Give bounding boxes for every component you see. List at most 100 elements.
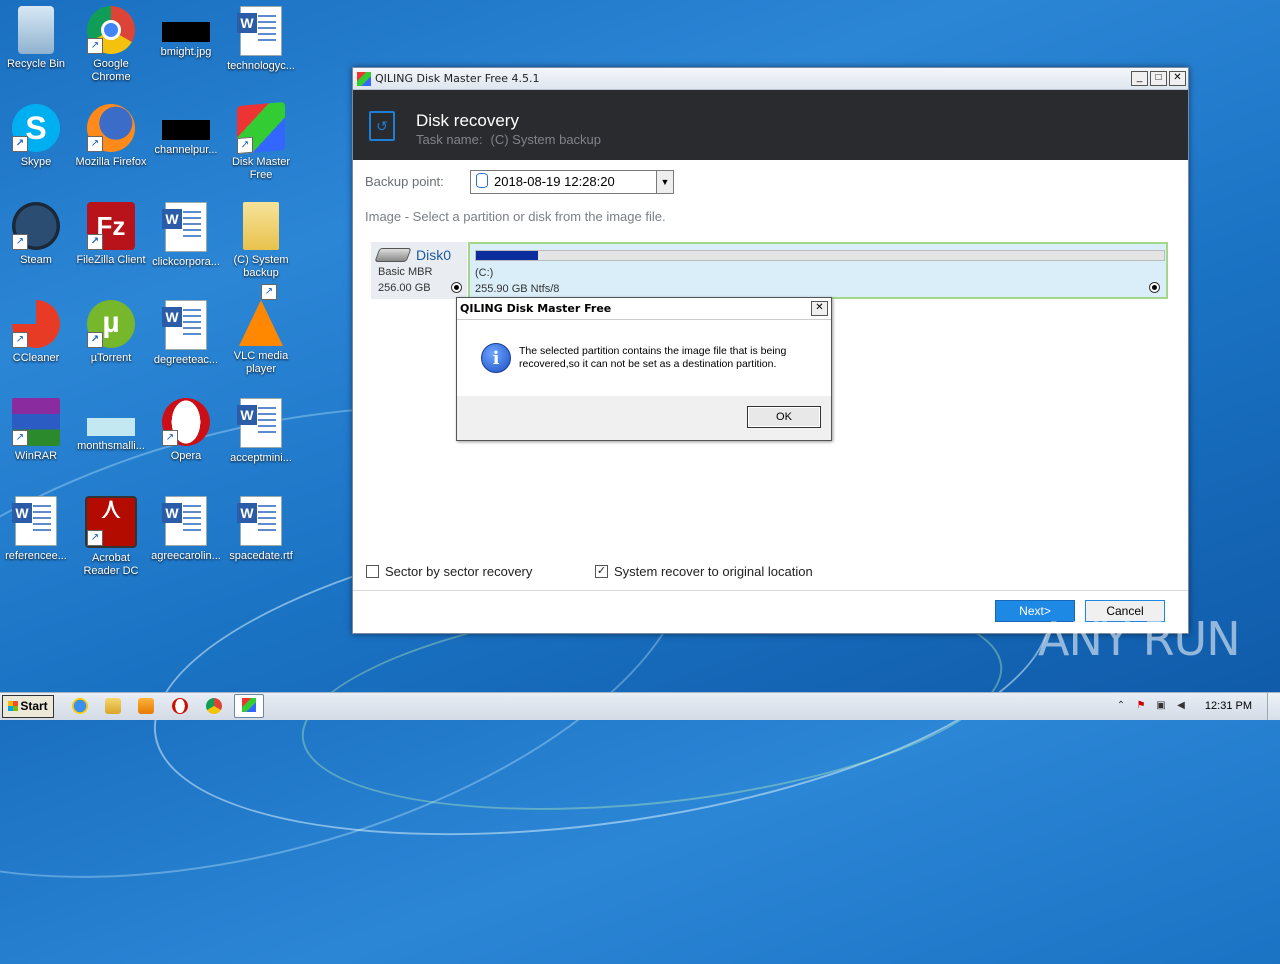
desktop-icon[interactable]: clickcorpora... — [150, 202, 222, 269]
dialog-close-button[interactable]: ✕ — [811, 301, 828, 316]
system-recover-checkbox[interactable]: ✓ — [595, 565, 608, 578]
desktop-icon-label: bmight.jpg — [160, 46, 212, 58]
desktop-icon[interactable]: ↗ VLC media player — [225, 284, 297, 376]
sector-by-sector-option[interactable]: Sector by sector recovery — [366, 564, 532, 579]
desktop-icon-label: Disk Master Free — [231, 156, 291, 181]
desktop-icon[interactable]: monthsmalli... — [75, 398, 147, 453]
desktop-icon[interactable]: referencee... — [0, 496, 72, 563]
desktop-icon[interactable]: ↗ Disk Master Free — [225, 101, 297, 182]
word-doc-icon — [237, 6, 282, 56]
desktop-icon-label: technologyc... — [227, 60, 295, 72]
watermark: ANY RUN — [1038, 612, 1241, 666]
close-button[interactable]: ✕ — [1169, 71, 1186, 86]
desktop-icon[interactable]: ↗ Acrobat Reader DC — [75, 496, 147, 578]
partition-name: (C:) — [475, 267, 494, 279]
desktop-icon-label: Mozilla Firefox — [75, 156, 147, 168]
sector-by-sector-checkbox[interactable] — [366, 565, 379, 578]
network-icon[interactable]: ▣ — [1155, 700, 1167, 712]
clock[interactable]: 12:31 PM — [1205, 700, 1252, 712]
disk-master-icon: ↗ — [237, 101, 285, 155]
chevron-down-icon[interactable]: ▼ — [656, 171, 673, 193]
partition-radio[interactable] — [1149, 282, 1160, 293]
desktop-icon[interactable]: ↗ Google Chrome — [75, 6, 147, 84]
volume-icon[interactable]: ◀ — [1175, 700, 1187, 712]
desktop-icon[interactable]: agreecarolin... — [150, 496, 222, 563]
desktop-icon[interactable]: technologyc... — [225, 6, 297, 73]
shortcut-arrow-icon: ↗ — [12, 430, 28, 446]
disk-item[interactable]: Disk0 Basic MBR 256.00 GB — [371, 242, 467, 299]
desktop-icon-label: Opera — [170, 450, 202, 462]
winrar-icon: ↗ — [12, 398, 60, 446]
shortcut-arrow-icon: ↗ — [87, 136, 103, 152]
shortcut-arrow-icon: ↗ — [237, 136, 253, 155]
partition-usage-fill — [476, 251, 538, 260]
desktop-icon[interactable]: ↗ Steam — [0, 202, 72, 267]
tray-expand-icon[interactable]: ⌃ — [1115, 700, 1127, 712]
desktop-icon-label: Recycle Bin — [6, 58, 66, 70]
database-icon — [476, 173, 488, 188]
disk-master-taskbar-button[interactable] — [234, 694, 264, 718]
word-doc-icon — [162, 496, 207, 546]
word-doc-icon — [237, 496, 282, 546]
task-name-label: Task name: — [416, 132, 483, 147]
windows-logo-icon — [8, 701, 19, 711]
desktop-icon[interactable]: channelpur... — [150, 104, 222, 157]
desktop-icon[interactable]: S ↗ Skype — [0, 104, 72, 169]
desktop-icon[interactable]: ↗ Opera — [150, 398, 222, 463]
message-dialog: QILING Disk Master Free ✕ i The selected… — [456, 297, 832, 441]
dialog-body: i The selected partition contains the im… — [457, 320, 831, 396]
maximize-button[interactable]: □ — [1150, 71, 1167, 86]
word-doc-icon — [162, 300, 207, 350]
dialog-titlebar[interactable]: QILING Disk Master Free ✕ — [457, 298, 831, 320]
footer-divider — [353, 590, 1188, 591]
desktop-icon[interactable]: degreeteac... — [150, 300, 222, 367]
window-title: QILING Disk Master Free 4.5.1 — [375, 72, 540, 85]
action-center-icon[interactable]: ⚑ — [1135, 700, 1147, 712]
desktop-icon[interactable]: µ ↗ µTorrent — [75, 300, 147, 365]
window-titlebar[interactable]: QILING Disk Master Free 4.5.1 _ □ ✕ — [353, 68, 1188, 90]
system-recover-option[interactable]: ✓ System recover to original location — [595, 564, 813, 579]
partition-item[interactable]: (C:) 255.90 GB Ntfs/8 — [468, 242, 1168, 299]
word-doc-icon — [237, 398, 282, 448]
desktop-icon-label: clickcorpora... — [152, 256, 220, 268]
desktop-icon[interactable]: spacedate.rtf — [225, 496, 297, 563]
chrome-icon[interactable] — [206, 698, 222, 714]
desktop-icon[interactable]: bmight.jpg — [150, 6, 222, 59]
opera-icon[interactable] — [172, 698, 188, 714]
desktop-icon[interactable]: Recycle Bin — [0, 6, 72, 71]
minimize-button[interactable]: _ — [1131, 71, 1148, 86]
desktop-icon-label: Skype — [20, 156, 52, 168]
desktop-icon-label: agreecarolin... — [151, 550, 221, 562]
ok-button[interactable]: OK — [747, 406, 821, 428]
show-desktop-button[interactable] — [1267, 693, 1280, 720]
shortcut-arrow-icon: ↗ — [87, 38, 103, 54]
dialog-message: The selected partition contains the imag… — [519, 345, 787, 370]
info-icon: i — [481, 343, 511, 373]
shortcut-arrow-icon: ↗ — [261, 284, 277, 300]
disk-size: 256.00 GB — [378, 282, 431, 294]
backup-point-select[interactable]: 2018-08-19 12:28:20 ▼ — [470, 170, 674, 194]
desktop-icon[interactable]: ↗ Mozilla Firefox — [75, 104, 147, 169]
desktop-icon[interactable]: ↗ CCleaner — [0, 300, 72, 365]
start-button[interactable]: Start — [2, 695, 54, 718]
shortcut-arrow-icon: ↗ — [87, 530, 103, 546]
disk-type: Basic MBR — [378, 266, 433, 278]
recovery-icon: ↺ — [369, 111, 395, 141]
partition-info: 255.90 GB Ntfs/8 — [475, 283, 560, 295]
backup-point-label: Backup point: — [365, 174, 444, 189]
desktop-icon-label: VLC media player — [233, 350, 289, 375]
filezilla-icon: Fz ↗ — [87, 202, 135, 250]
utorrent-icon: µ ↗ — [87, 300, 135, 348]
desktop-icon[interactable]: (C) System backup — [225, 202, 297, 280]
ccleaner-icon: ↗ — [12, 300, 60, 348]
internet-explorer-icon[interactable] — [72, 698, 88, 714]
desktop-icon[interactable]: ↗ WinRAR — [0, 398, 72, 463]
partition-usage-bar — [475, 250, 1165, 261]
media-player-icon[interactable] — [138, 698, 154, 714]
shortcut-arrow-icon: ↗ — [87, 332, 103, 348]
backup-point-value: 2018-08-19 12:28:20 — [494, 174, 615, 189]
desktop-icon[interactable]: acceptmini... — [225, 398, 297, 465]
disk-radio[interactable] — [451, 282, 462, 293]
desktop-icon[interactable]: Fz ↗ FileZilla Client — [75, 202, 147, 267]
file-explorer-icon[interactable] — [105, 698, 121, 714]
